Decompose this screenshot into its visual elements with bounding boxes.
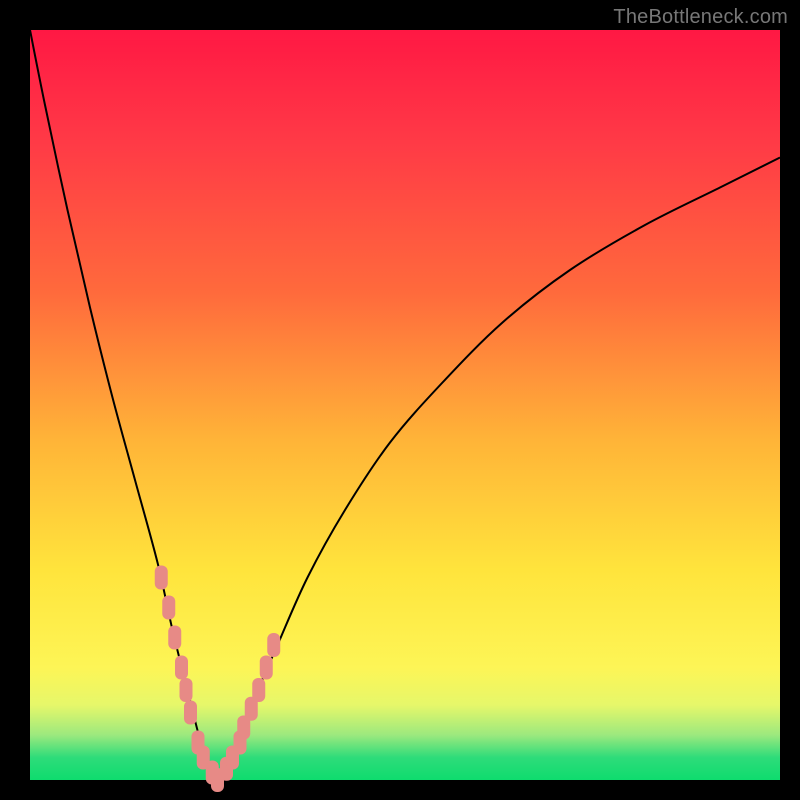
data-marker — [168, 626, 181, 650]
marker-group — [155, 566, 281, 793]
curve-svg — [30, 30, 780, 780]
data-marker — [175, 656, 188, 680]
bottleneck-curve — [30, 30, 780, 780]
chart-frame: TheBottleneck.com — [0, 0, 800, 800]
data-marker — [184, 701, 197, 725]
watermark-text: TheBottleneck.com — [613, 6, 788, 29]
plot-area — [30, 30, 780, 780]
data-marker — [267, 633, 280, 657]
data-marker — [252, 678, 265, 702]
data-marker — [155, 566, 168, 590]
data-marker — [162, 596, 175, 620]
data-marker — [260, 656, 273, 680]
data-marker — [180, 678, 193, 702]
